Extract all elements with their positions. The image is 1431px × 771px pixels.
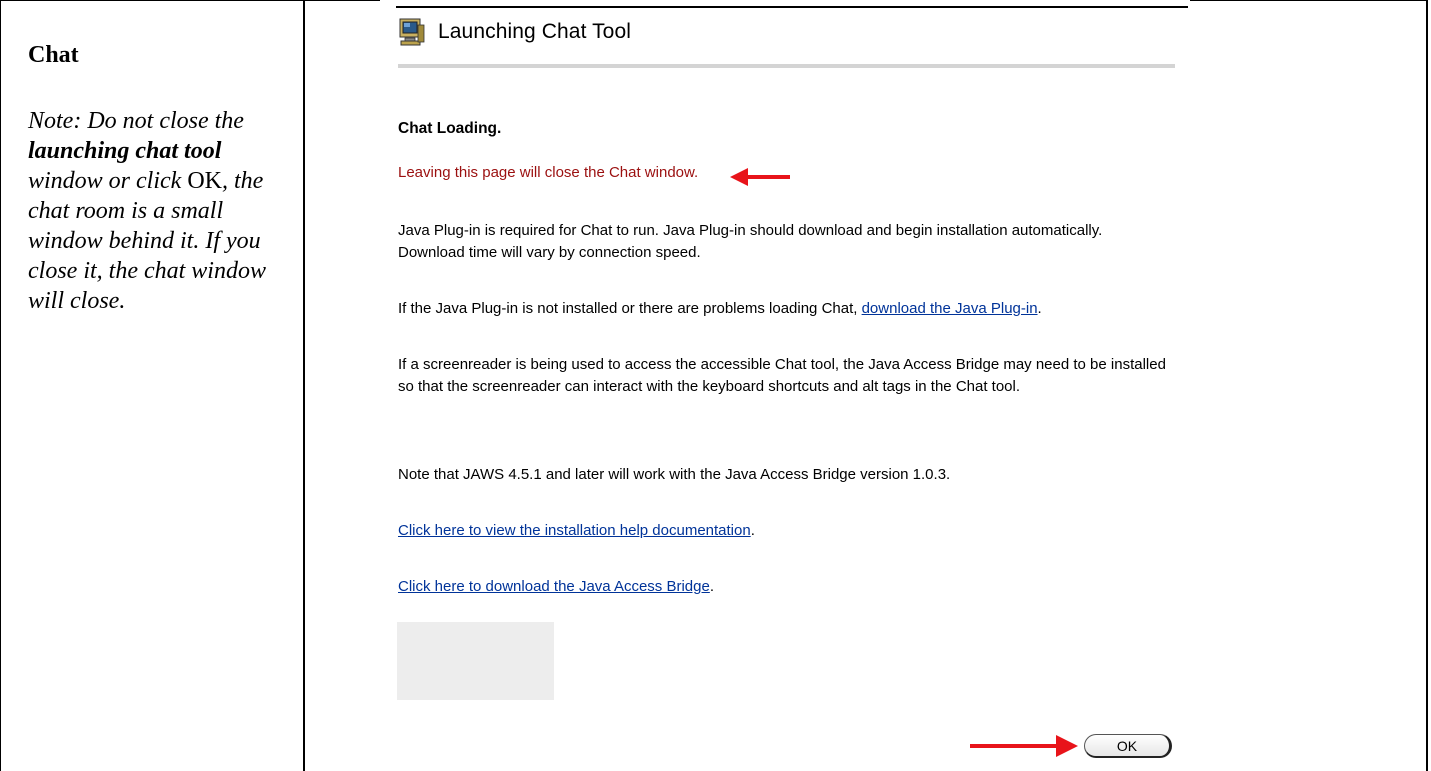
leave-page-warning: Leaving this page will close the Chat wi…	[398, 164, 699, 181]
plugin-download-text: If the Java Plug-in is not installed or …	[398, 298, 1168, 320]
screenreader-text: If a screenreader is being used to acces…	[398, 356, 1166, 395]
ok-button[interactable]: OK	[1084, 734, 1172, 758]
warning-arrow-icon	[730, 168, 790, 186]
note-bold: launching chat tool	[28, 138, 222, 164]
window-top-border	[396, 6, 1188, 8]
chat-loading-heading: Chat Loading.	[398, 120, 502, 137]
jaws-note-text: Note that JAWS 4.5.1 and later will work…	[398, 466, 951, 483]
access-bridge-link[interactable]: Click here to download the Java Access B…	[398, 578, 710, 595]
computer-icon	[398, 17, 426, 47]
ok-arrow-icon	[970, 735, 1078, 757]
plugin-download-prefix: If the Java Plug-in is not installed or …	[398, 300, 862, 317]
note-ok: OK	[187, 168, 222, 194]
note-mid: window or click	[28, 168, 188, 194]
launching-chat-window: Launching Chat Tool Chat Loading. Leavin…	[380, 0, 1190, 771]
plugin-download-suffix: .	[1037, 300, 1042, 317]
bridge-link-row: Click here to download the Java Access B…	[398, 576, 1168, 598]
installation-help-link[interactable]: Click here to view the installation help…	[398, 522, 751, 539]
help-link-suffix: .	[750, 522, 755, 539]
plugin-required-text: Java Plug-in is required for Chat to run…	[398, 222, 1103, 261]
window-title: Launching Chat Tool	[438, 20, 631, 43]
left-note-column: Chat Note: Do not close the launching ch…	[28, 40, 296, 316]
download-java-plugin-link[interactable]: download the Java Plug-in	[862, 300, 1038, 317]
window-title-bar: Launching Chat Tool	[398, 12, 631, 52]
title-divider	[398, 64, 1175, 68]
bridge-link-suffix: .	[709, 578, 715, 595]
applet-placeholder	[397, 622, 554, 700]
help-link-row: Click here to view the installation help…	[398, 520, 1168, 542]
note-title: Chat	[28, 42, 79, 68]
note-text: Note: Do not close the launching chat to…	[28, 106, 296, 316]
note-prefix: Note: Do not close the	[28, 108, 244, 134]
table-divider	[303, 0, 305, 771]
